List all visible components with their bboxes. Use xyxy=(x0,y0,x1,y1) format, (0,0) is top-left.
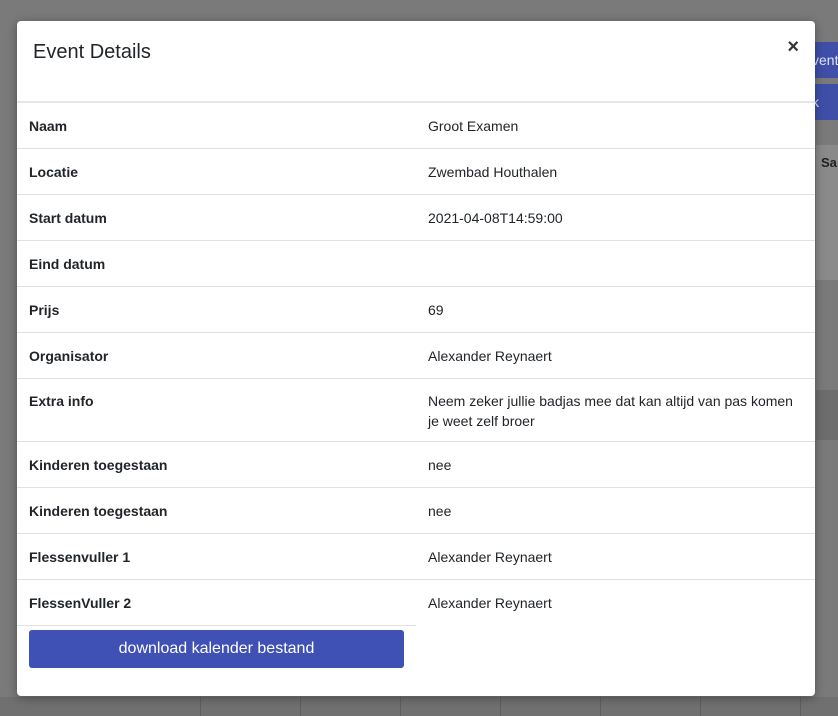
table-row: Eind datum xyxy=(17,240,815,287)
table-row: Prijs 69 xyxy=(17,286,815,333)
modal-title: Event Details xyxy=(33,41,151,63)
row-value: 69 xyxy=(416,286,815,333)
row-label: Kinderen toegestaan xyxy=(17,441,416,488)
row-value: nee xyxy=(416,487,815,534)
row-value: Alexander Reynaert xyxy=(416,332,815,379)
table-row: Organisator Alexander Reynaert xyxy=(17,332,815,379)
event-details-table: Naam Groot Examen Locatie Zwembad Houtha… xyxy=(17,103,815,626)
row-label: Locatie xyxy=(17,148,416,195)
table-row: Kinderen toegestaan nee xyxy=(17,441,815,488)
row-label: Prijs xyxy=(17,286,416,333)
background-day-header: Sa xyxy=(816,145,838,280)
download-calendar-button[interactable]: download kalender bestand xyxy=(29,630,404,668)
row-label: Organisator xyxy=(17,332,416,379)
row-label: Kinderen toegestaan xyxy=(17,487,416,534)
table-row: Naam Groot Examen xyxy=(17,103,815,149)
table-row: Flessenvuller 1 Alexander Reynaert xyxy=(17,533,815,580)
event-details-modal: Event Details × Naam Groot Examen Locati… xyxy=(17,21,815,696)
row-label: Extra info xyxy=(17,378,416,442)
row-value: Alexander Reynaert xyxy=(428,595,552,611)
row-label: FlessenVuller 2 xyxy=(17,579,416,626)
table-row: Kinderen toegestaan nee xyxy=(17,487,815,534)
row-value: 2021-04-08T14:59:00 xyxy=(416,194,815,241)
row-label: Naam xyxy=(17,103,416,149)
table-row: Start datum 2021-04-08T14:59:00 xyxy=(17,194,815,241)
row-label: Start datum xyxy=(17,194,416,241)
table-row: Locatie Zwembad Houthalen xyxy=(17,148,815,195)
row-value xyxy=(416,240,815,287)
background-calendar-grid xyxy=(0,697,838,716)
table-row: Extra info Neem zeker jullie badjas mee … xyxy=(17,378,815,442)
table-row: FlessenVuller 2 Alexander Reynaert xyxy=(17,579,815,626)
background-event-band xyxy=(816,390,838,440)
row-value: Groot Examen xyxy=(416,103,815,149)
row-value: Zwembad Houthalen xyxy=(416,148,815,195)
row-label: Flessenvuller 1 xyxy=(17,533,416,580)
row-value: Alexander Reynaert xyxy=(416,533,815,580)
row-label: Eind datum xyxy=(17,240,416,287)
modal-header: Event Details × xyxy=(17,21,815,103)
close-icon[interactable]: × xyxy=(787,37,799,57)
row-value: Neem zeker jullie badjas mee dat kan alt… xyxy=(416,378,815,442)
row-value: nee xyxy=(416,441,815,488)
